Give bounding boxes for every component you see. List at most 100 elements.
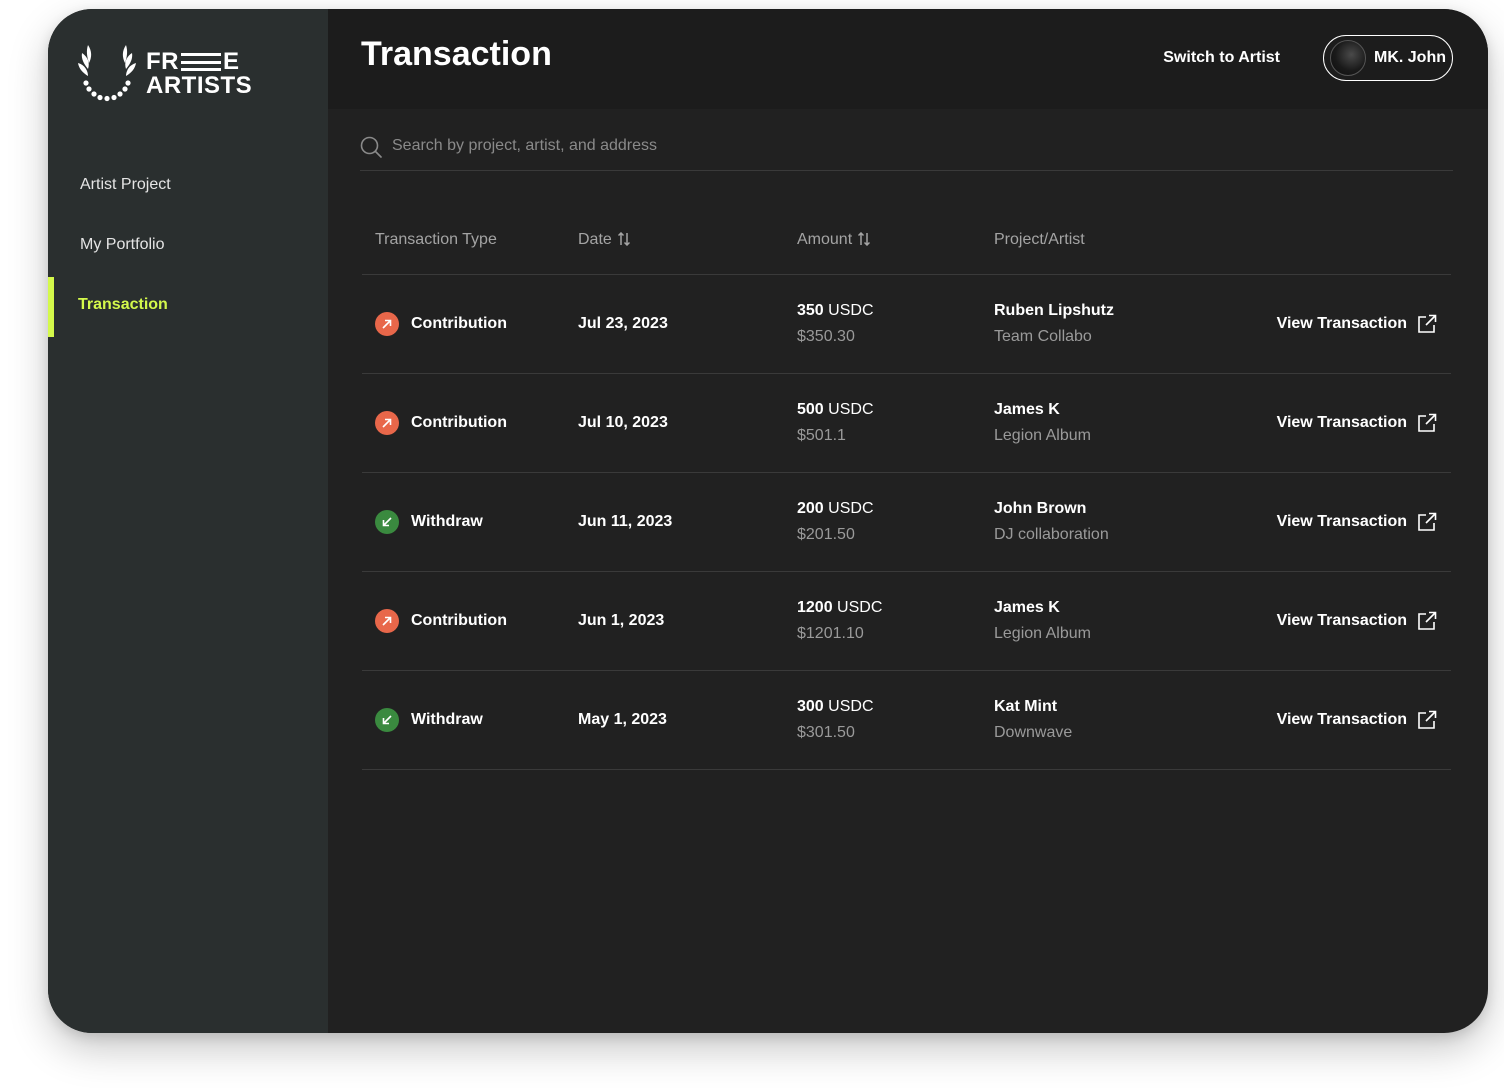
app-window: FR E ARTISTS Artist Project My Portfolio… [48,9,1488,1033]
user-menu-button[interactable]: MK. John [1323,35,1453,81]
date-cell: May 1, 2023 [578,711,797,729]
date-cell: Jun 11, 2023 [578,513,797,531]
date-cell: Jul 10, 2023 [578,414,797,432]
contribution-arrow-icon [375,312,399,336]
sort-icon[interactable] [617,231,630,247]
artist-name: Ruben Lipshutz [994,302,1114,319]
type-cell: Contribution [362,411,578,435]
avatar [1330,40,1366,76]
amount-usd: $201.50 [797,526,855,543]
external-link-icon[interactable] [1417,611,1437,631]
type-cell: Contribution [362,312,578,336]
transaction-type: Withdraw [411,711,483,728]
action-cell: View Transaction [1254,710,1451,730]
wings-logo-icon [78,45,136,102]
amount-cell: 1200 USDC $1201.10 [797,599,994,643]
amount-usd: $1201.10 [797,625,864,642]
project-name: Legion Album [994,427,1091,444]
project-cell: Ruben Lipshutz Team Collabo [994,302,1254,346]
table-row: Withdraw Jun 11, 2023 200 USDC $201.50 J… [362,473,1451,572]
project-cell: Kat Mint Downwave [994,698,1254,742]
transaction-date: Jul 10, 2023 [578,414,668,431]
type-cell: Withdraw [362,708,578,732]
action-cell: View Transaction [1254,314,1451,334]
contribution-arrow-icon [375,609,399,633]
transaction-type: Contribution [411,612,507,629]
amount-usd: $350.30 [797,328,855,345]
project-name: DJ collaboration [994,526,1109,543]
column-header-date[interactable]: Date [578,231,797,249]
transactions-table: Transaction Type Date Amount Project/Art… [362,209,1451,770]
project-name: Legion Album [994,625,1091,642]
artist-name: Kat Mint [994,698,1058,715]
action-cell: View Transaction [1254,413,1451,433]
page-title: Transaction [361,35,552,73]
view-transaction-link[interactable]: View Transaction [1277,513,1407,531]
logo-wordmark: FR E ARTISTS [146,50,252,98]
amount-usdc: 350 USDC [797,302,874,319]
table-body: Contribution Jul 23, 2023 350 USDC $350.… [362,275,1451,770]
external-link-icon[interactable] [1417,710,1437,730]
transaction-type: Contribution [411,414,507,431]
artist-name: James K [994,599,1060,616]
sidebar-item-transaction[interactable]: Transaction [48,277,328,337]
external-link-icon[interactable] [1417,413,1437,433]
amount-cell: 350 USDC $350.30 [797,302,994,346]
sidebar-item-my-portfolio[interactable]: My Portfolio [48,217,328,277]
view-transaction-link[interactable]: View Transaction [1277,414,1407,432]
amount-cell: 200 USDC $201.50 [797,500,994,544]
project-name: Downwave [994,724,1073,741]
amount-usdc: 200 USDC [797,500,874,517]
external-link-icon[interactable] [1417,512,1437,532]
logo-line1-right: E [223,48,240,75]
amount-usdc: 500 USDC [797,401,874,418]
project-cell: John Brown DJ collaboration [994,500,1254,544]
withdraw-arrow-icon [375,510,399,534]
view-transaction-link[interactable]: View Transaction [1277,711,1407,729]
amount-usd: $501.1 [797,427,846,444]
switch-to-artist-button[interactable]: Switch to Artist [1163,49,1280,67]
table-row: Withdraw May 1, 2023 300 USDC $301.50 Ka… [362,671,1451,770]
amount-cell: 500 USDC $501.1 [797,401,994,445]
column-header-amount[interactable]: Amount [797,231,994,249]
artist-name: John Brown [994,500,1087,517]
external-link-icon[interactable] [1417,314,1437,334]
column-header-type: Transaction Type [375,231,497,248]
main-content: Transaction Switch to Artist MK. John Tr… [328,9,1488,1033]
search-bar [360,134,1453,171]
sidebar-nav: Artist Project My Portfolio Transaction [48,157,328,337]
withdraw-arrow-icon [375,708,399,732]
logo-line1-left: FR [146,48,179,75]
user-name: MK. John [1374,49,1446,66]
sort-icon[interactable] [858,231,871,247]
contribution-arrow-icon [375,411,399,435]
top-bar: Transaction Switch to Artist MK. John [328,9,1488,109]
column-header-project: Project/Artist [994,231,1085,248]
date-cell: Jul 23, 2023 [578,315,797,333]
table-header: Transaction Type Date Amount Project/Art… [362,209,1451,275]
amount-usd: $301.50 [797,724,855,741]
logo-line2: ARTISTS [146,72,253,99]
view-transaction-link[interactable]: View Transaction [1277,315,1407,333]
table-row: Contribution Jun 1, 2023 1200 USDC $1201… [362,572,1451,671]
transaction-type: Withdraw [411,513,483,530]
amount-usdc: 1200 USDC [797,599,883,616]
sidebar-item-artist-project[interactable]: Artist Project [48,157,328,217]
amount-cell: 300 USDC $301.50 [797,698,994,742]
project-cell: James K Legion Album [994,401,1254,445]
transaction-date: Jun 1, 2023 [578,612,665,629]
action-cell: View Transaction [1254,611,1451,631]
type-cell: Contribution [362,609,578,633]
view-transaction-link[interactable]: View Transaction [1277,612,1407,630]
table-row: Contribution Jul 23, 2023 350 USDC $350.… [362,275,1451,374]
logo[interactable]: FR E ARTISTS [76,43,252,105]
transaction-date: May 1, 2023 [578,711,667,728]
logo-bars-icon [181,53,221,71]
search-icon [360,136,382,158]
project-name: Team Collabo [994,328,1092,345]
artist-name: James K [994,401,1060,418]
table-row: Contribution Jul 10, 2023 500 USDC $501.… [362,374,1451,473]
search-input[interactable] [392,137,992,155]
amount-usdc: 300 USDC [797,698,874,715]
project-cell: James K Legion Album [994,599,1254,643]
